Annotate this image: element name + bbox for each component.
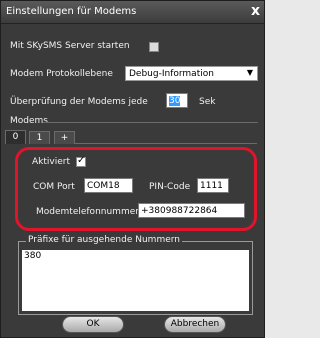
- prefixes-textarea[interactable]: 380: [22, 250, 249, 311]
- prefixes-legend: Präfixe für ausgehende Nummern: [26, 235, 183, 245]
- check-interval-label: Überprüfung der Modems jede: [10, 97, 148, 107]
- check-interval-input[interactable]: 30: [166, 93, 188, 108]
- com-port-label: COM Port: [33, 182, 75, 192]
- prefixes-group: Präfixe für ausgehende Nummern 380: [18, 235, 253, 315]
- com-port-value: COM18: [87, 181, 120, 191]
- activated-checkbox[interactable]: ✓: [76, 155, 86, 167]
- pin-code-value: 1111: [200, 181, 223, 191]
- tab-add-modem[interactable]: +: [54, 131, 75, 144]
- cancel-button[interactable]: Abbrechen: [164, 316, 226, 333]
- protocol-label: Modem Protokollebene: [10, 69, 113, 79]
- pin-code-label: PIN-Code: [149, 182, 191, 192]
- window-title: Einstellungen für Modems: [6, 6, 137, 17]
- chevron-down-icon: ▼: [246, 68, 253, 77]
- check-interval-unit: Sek: [199, 97, 216, 107]
- modems-group-label: Modems: [10, 116, 48, 126]
- tab-modem-1[interactable]: 1: [29, 131, 50, 144]
- modem-phone-input[interactable]: +380988722864: [138, 203, 245, 218]
- activated-label: Aktiviert: [32, 157, 70, 167]
- prefixes-value: 380: [24, 251, 42, 261]
- pin-code-input[interactable]: 1111: [197, 178, 229, 193]
- tab-modem-0-label: 0: [12, 132, 19, 142]
- tab-modem-1-label: 1: [36, 133, 43, 143]
- check-interval-value: 30: [169, 96, 181, 106]
- close-icon[interactable]: x: [251, 3, 260, 19]
- com-port-input[interactable]: COM18: [84, 178, 133, 193]
- modem-phone-label: Modemtelefonnummer: [36, 207, 139, 217]
- ok-button[interactable]: OK: [62, 316, 124, 333]
- start-server-label: Mit SKySMS Server starten: [10, 41, 130, 51]
- modem-settings-dialog: Einstellungen für Modems x Mit SKySMS Se…: [0, 0, 265, 338]
- tab-strip-line: [75, 143, 257, 144]
- modems-group-line: [43, 122, 258, 123]
- tab-modem-0[interactable]: 0: [5, 130, 26, 144]
- tab-add-label: +: [60, 133, 69, 143]
- protocol-selected-value: Debug-Information: [129, 69, 214, 79]
- checkmark-icon: ✓: [77, 155, 86, 166]
- protocol-select[interactable]: Debug-Information ▼: [125, 66, 258, 81]
- start-server-checkbox[interactable]: [149, 42, 159, 52]
- title-bar[interactable]: Einstellungen für Modems x: [1, 1, 264, 24]
- modem-phone-value: +380988722864: [141, 206, 218, 216]
